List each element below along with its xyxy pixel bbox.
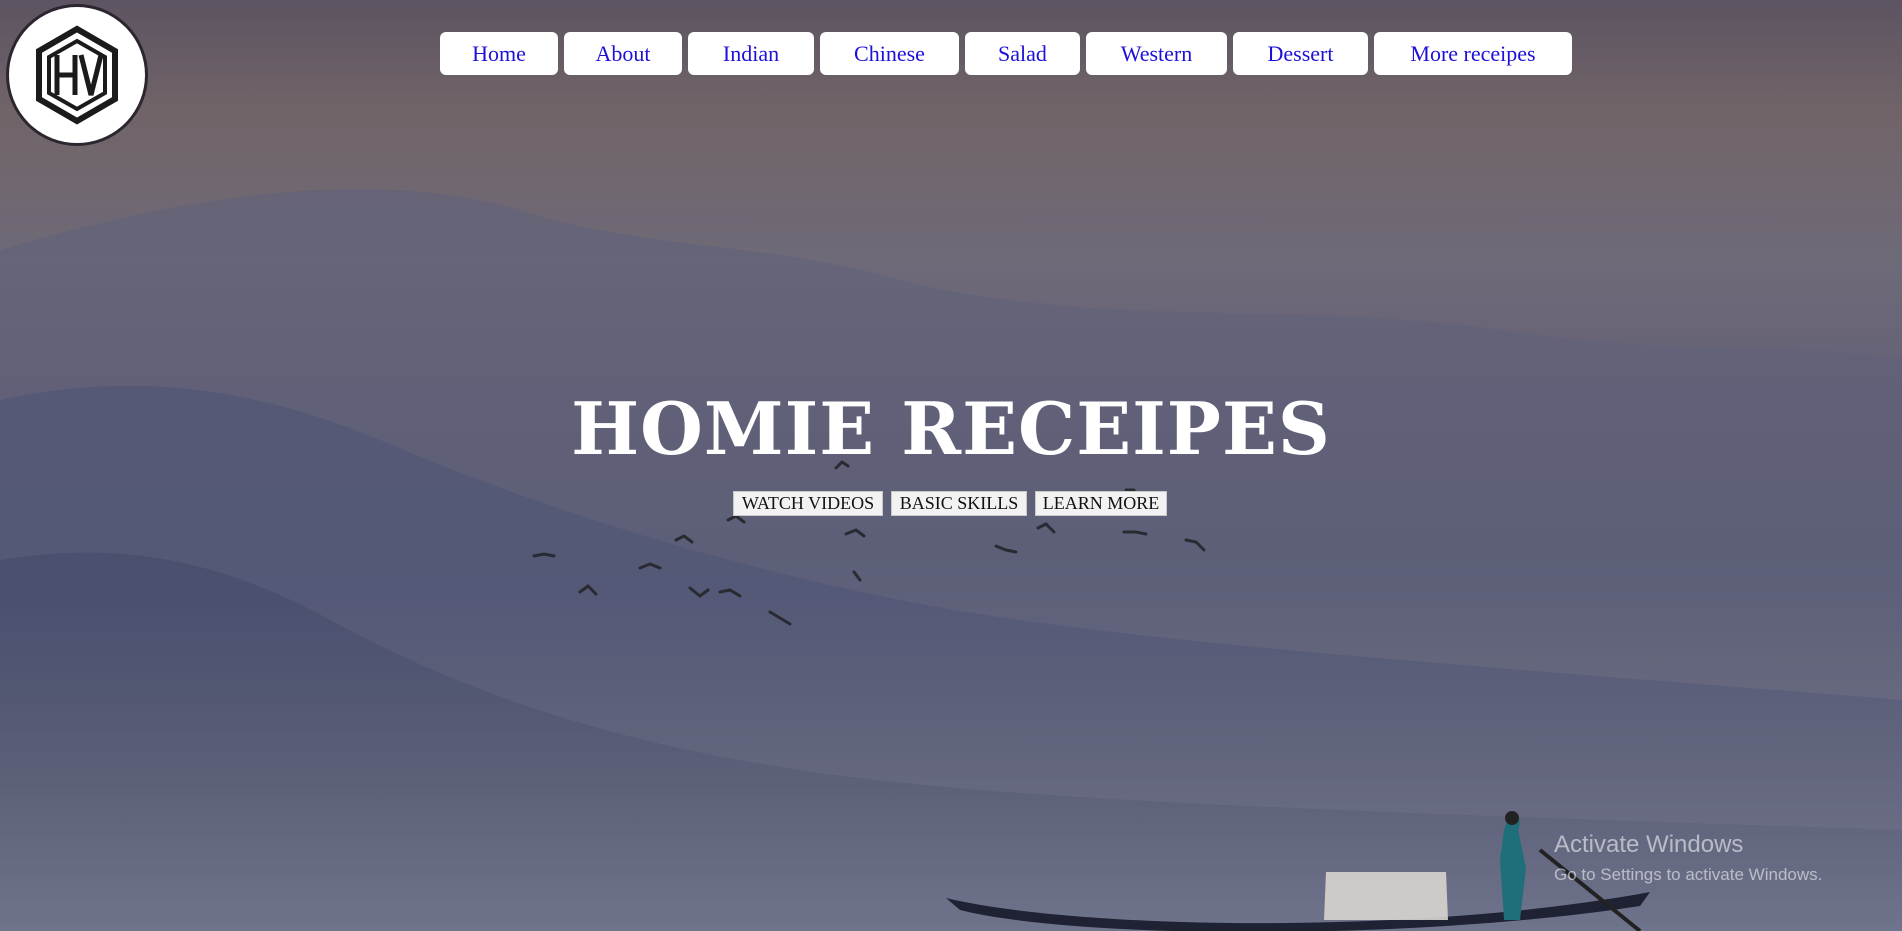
nav-chinese[interactable]: Chinese (820, 32, 959, 75)
windows-activation-watermark: Activate Windows Go to Settings to activ… (1554, 830, 1822, 886)
watermark-title: Activate Windows (1554, 831, 1744, 858)
hv-logo-icon (36, 25, 118, 125)
nav-indian[interactable]: Indian (688, 32, 814, 75)
nav-western[interactable]: Western (1086, 32, 1227, 75)
nav-more-recipes[interactable]: More receipes (1374, 32, 1572, 75)
nav-home[interactable]: Home (440, 32, 558, 75)
nav-dessert[interactable]: Dessert (1233, 32, 1368, 75)
site-logo[interactable] (6, 4, 148, 146)
basic-skills-button[interactable]: BASIC SKILLS (891, 491, 1027, 516)
nav-salad[interactable]: Salad (965, 32, 1080, 75)
watermark-subtitle: Go to Settings to activate Windows. (1554, 865, 1823, 884)
watch-videos-button[interactable]: WATCH VIDEOS (733, 491, 883, 516)
main-nav: Home About Indian Chinese Salad Western … (440, 32, 1578, 75)
nav-about[interactable]: About (564, 32, 682, 75)
hero-title: HOMIE RECEIPES (571, 386, 1331, 471)
hero-button-group: WATCH VIDEOS BASIC SKILLS LEARN MORE (733, 491, 1175, 516)
learn-more-button[interactable]: LEARN MORE (1035, 491, 1167, 516)
